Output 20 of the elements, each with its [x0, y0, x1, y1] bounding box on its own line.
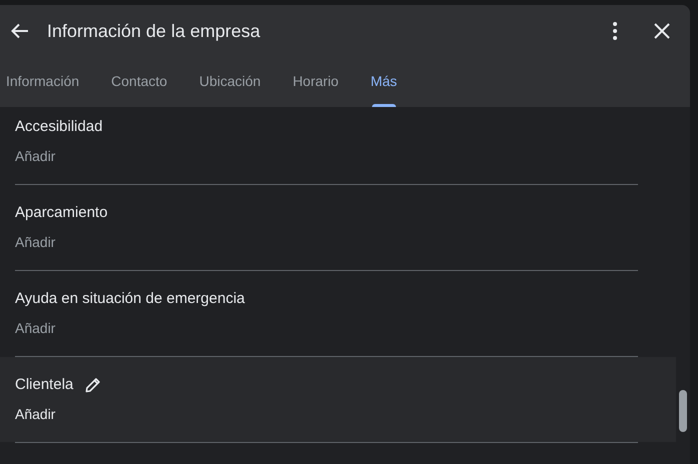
list-row[interactable]: Aparcamiento Añadir: [0, 185, 676, 270]
list-row[interactable]: Ayuda en situación de emergencia Añadir: [0, 271, 676, 356]
list-row-highlight[interactable]: Clientela Añadir: [0, 357, 676, 442]
tab[interactable]: Horario: [292, 71, 339, 107]
attribute-title: Ayuda en situación de emergencia: [15, 289, 245, 309]
pencil-icon[interactable]: [85, 377, 102, 393]
add-link[interactable]: Añadir: [15, 404, 56, 424]
add-link[interactable]: Añadir: [15, 146, 56, 166]
tab[interactable]: Contacto: [111, 71, 168, 107]
attribute-title: Aparcamiento: [15, 203, 108, 223]
window-title: Información de la empresa: [47, 20, 262, 42]
add-link[interactable]: Añadir: [15, 318, 56, 338]
add-link[interactable]: Añadir: [15, 232, 56, 252]
attribute-title: Clientela: [15, 375, 74, 395]
tab[interactable]: Más: [370, 71, 398, 107]
list-row[interactable]: Accesibilidad Añadir: [0, 107, 676, 184]
attribute-title: Accesibilidad: [15, 117, 103, 137]
scrollbar-thumb[interactable]: [679, 390, 687, 432]
tab[interactable]: Ubicación: [199, 71, 261, 107]
tab[interactable]: Información: [6, 71, 80, 107]
